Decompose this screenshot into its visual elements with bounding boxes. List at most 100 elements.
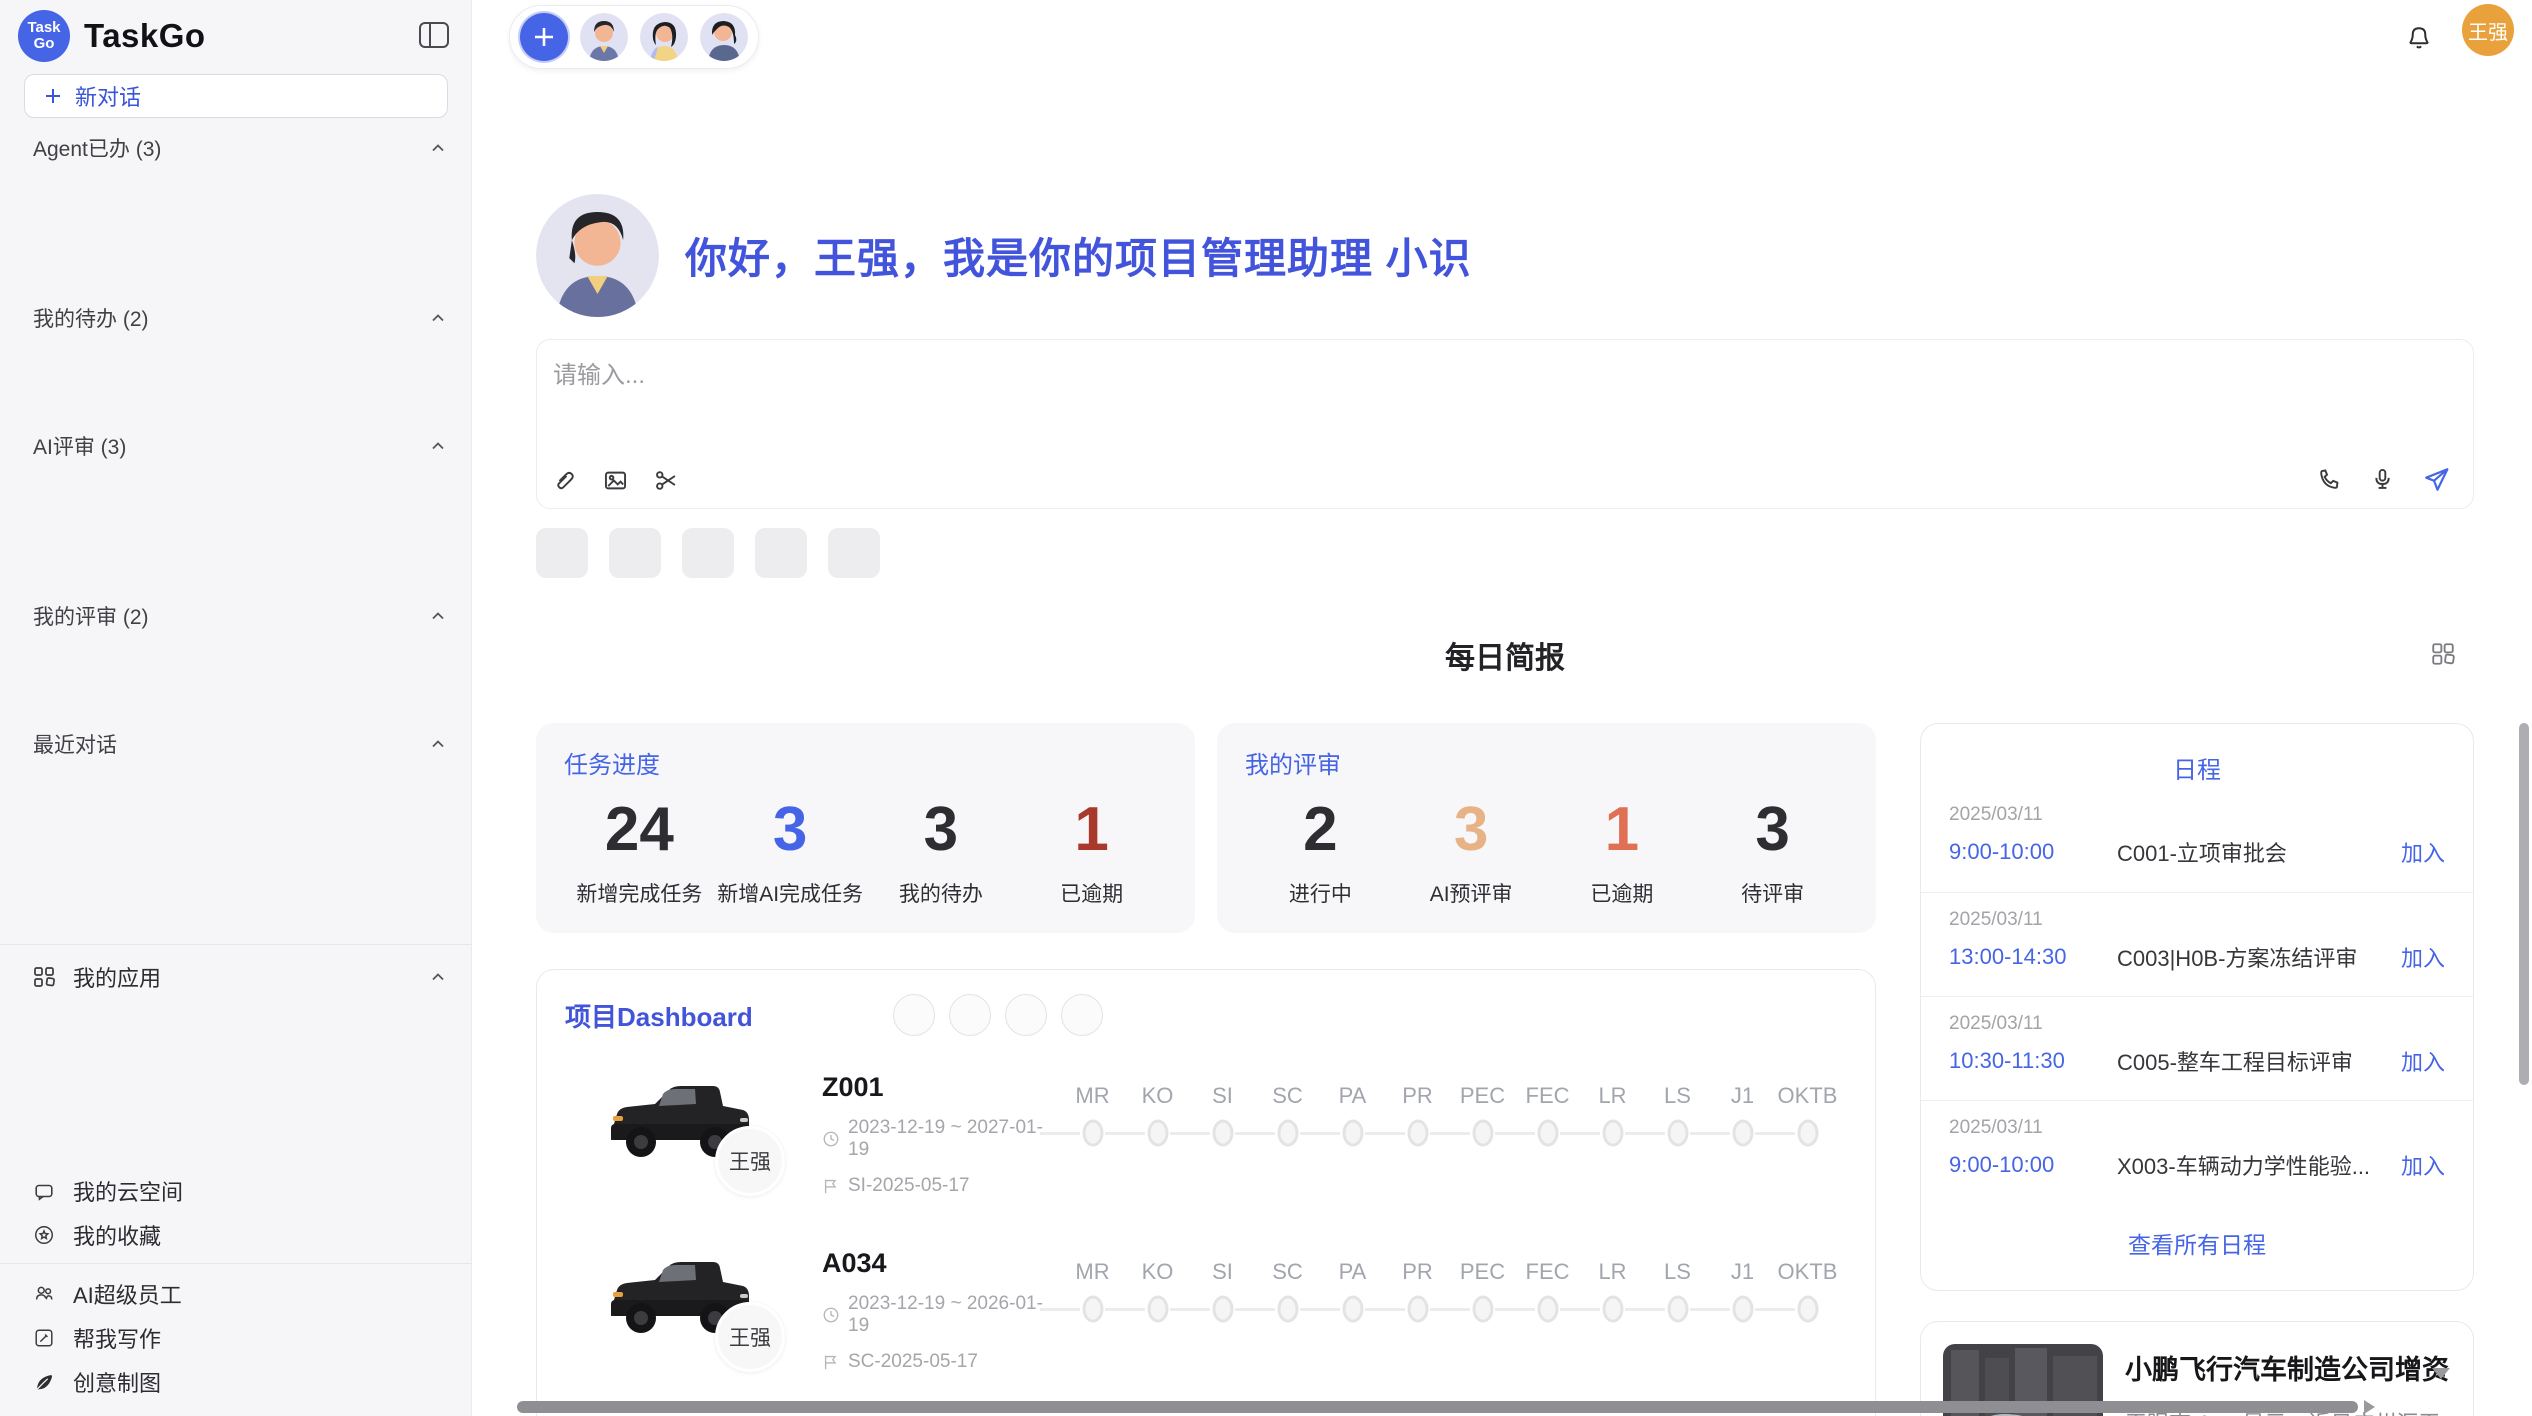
dashboard-tab[interactable]: [1061, 994, 1103, 1036]
dashboard-tab[interactable]: [1005, 994, 1047, 1036]
sidebar-app-item[interactable]: [0, 1001, 471, 1043]
sidebar-conversation-item[interactable]: [0, 170, 471, 212]
ai-staff-label: AI超级员工: [73, 1278, 447, 1310]
milestone: LR: [1580, 1080, 1645, 1218]
sidebar-conversation-item[interactable]: [0, 254, 471, 296]
member-avatar-1[interactable]: [580, 13, 628, 61]
stat: 3 新增AI完成任务: [715, 794, 866, 908]
milestone: KO: [1125, 1080, 1190, 1218]
sidebar-item-cloud-space[interactable]: 我的云空间: [0, 1169, 471, 1213]
sidebar-item-write[interactable]: 帮我写作: [0, 1316, 471, 1360]
sidebar-section: 最近对话: [0, 722, 471, 934]
input-left-tools: [551, 467, 680, 494]
stat: 2 进行中: [1245, 794, 1396, 908]
milestone-label: FEC: [1515, 1256, 1580, 1288]
sidebar-conversation-item[interactable]: [0, 468, 471, 510]
milestone-dot: [1537, 1296, 1558, 1323]
suggestion-chip[interactable]: [828, 528, 880, 578]
suggestion-chip[interactable]: [609, 528, 661, 578]
milestone-connector: [1430, 1132, 1470, 1135]
view-all-schedule-link[interactable]: 查看所有日程: [1921, 1226, 2473, 1260]
milestone-connector: [1300, 1308, 1340, 1311]
sidebar-item-draw[interactable]: 创意制图: [0, 1360, 471, 1404]
sidebar-item-ai-staff[interactable]: AI超级员工: [0, 1272, 471, 1316]
milestone-dot: [1667, 1120, 1688, 1147]
milestone-dot: [1212, 1120, 1233, 1147]
scroll-right-arrow[interactable]: [2364, 1400, 2375, 1414]
sidebar-conversation-item[interactable]: [0, 638, 471, 680]
project-dates-row: 2023-12-19 ~ 2027-01-19: [822, 1117, 1060, 1161]
schedule-date: 2025/03/11: [1949, 1117, 2445, 1139]
project-info: Z001 2023-12-19 ~ 2027-01-19: [822, 1068, 1060, 1218]
send-icon[interactable]: [2422, 465, 2451, 494]
sidebar-conversation-item[interactable]: [0, 340, 471, 382]
sidebar-conversation-item[interactable]: [0, 892, 471, 934]
phone-icon[interactable]: [2316, 466, 2343, 493]
member-avatar-3[interactable]: [700, 13, 748, 61]
sidebar-item-my-apps[interactable]: 我的应用: [0, 953, 471, 1001]
dashboard-tab[interactable]: [949, 994, 991, 1036]
schedule-line: 10:30-11:30 C005-整车工程目标评审 加入: [1949, 1045, 2445, 1077]
join-meeting-link[interactable]: 加入: [2401, 1045, 2445, 1077]
clock-icon: [822, 1130, 840, 1148]
dashboard-tab[interactable]: [893, 994, 935, 1036]
layout-grid-icon[interactable]: [2430, 641, 2456, 667]
sidebar-conversation-item[interactable]: [0, 808, 471, 850]
news-title: 小鹏飞行汽车制造公司增资: [2125, 1348, 2451, 1387]
project-row[interactable]: 王强 A034 2023-12-19 ~ 2026-01: [537, 1244, 1875, 1394]
milestone-dot: [1147, 1120, 1168, 1147]
join-meeting-link[interactable]: 加入: [2401, 1149, 2445, 1181]
sidebar-section-header[interactable]: Agent已办 (3): [0, 126, 471, 170]
join-meeting-link[interactable]: 加入: [2401, 836, 2445, 868]
new-chat-button[interactable]: 新对话: [24, 74, 448, 118]
notification-bell-icon[interactable]: [2404, 22, 2434, 52]
user-avatar[interactable]: 王强: [2462, 4, 2514, 56]
logo-text-top: Task: [27, 20, 60, 36]
stat-label: 进行中: [1245, 878, 1396, 908]
sidebar-conversation-item[interactable]: [0, 212, 471, 254]
suggestion-chip[interactable]: [755, 528, 807, 578]
horizontal-scrollbar-thumb[interactable]: [517, 1401, 2358, 1413]
sidebar-section-header[interactable]: 最近对话: [0, 722, 471, 766]
attach-icon[interactable]: [551, 467, 578, 494]
milestone-dot: [1732, 1120, 1753, 1147]
suggestion-chip[interactable]: [682, 528, 734, 578]
sidebar-app-item[interactable]: [0, 1085, 471, 1127]
milestone: PA: [1320, 1256, 1385, 1394]
chat-input[interactable]: [553, 354, 2253, 398]
conversation-topbar: [509, 5, 759, 69]
sidebar-section-header[interactable]: AI评审 (3): [0, 424, 471, 468]
milestone-connector: [1560, 1132, 1600, 1135]
milestone-dot: [1277, 1120, 1298, 1147]
sidebar-section-header[interactable]: 我的评审 (2): [0, 594, 471, 638]
milestone-connector: [1690, 1132, 1730, 1135]
vertical-scrollbar-thumb[interactable]: [2519, 723, 2529, 1085]
sidebar-conversation-item[interactable]: [0, 382, 471, 424]
milestone-dot: [1602, 1120, 1623, 1147]
join-meeting-link[interactable]: 加入: [2401, 941, 2445, 973]
sidebar-app-item[interactable]: [0, 1127, 471, 1169]
sidebar-section-header[interactable]: 我的待办 (2): [0, 296, 471, 340]
sidebar-conversation-item[interactable]: [0, 680, 471, 722]
project-info: A034 2023-12-19 ~ 2026-01-19: [822, 1244, 1060, 1394]
sidebar-collapse-icon[interactable]: [419, 22, 449, 48]
sidebar-app-item[interactable]: [0, 1043, 471, 1085]
image-icon[interactable]: [602, 467, 629, 494]
sidebar-conversation-item[interactable]: [0, 766, 471, 808]
milestone-label: LR: [1580, 1256, 1645, 1288]
milestone-connector: [1625, 1308, 1665, 1311]
scroll-down-arrow[interactable]: [2432, 1368, 2450, 1379]
sidebar-conversation-item[interactable]: [0, 510, 471, 552]
flag-icon: [822, 1177, 840, 1195]
suggestion-chip[interactable]: [536, 528, 588, 578]
mic-icon[interactable]: [2369, 466, 2396, 493]
add-conversation-button[interactable]: [520, 13, 568, 61]
schedule-line: 9:00-10:00 C001-立项审批会 加入: [1949, 836, 2445, 868]
scissors-icon[interactable]: [653, 467, 680, 494]
dashboard-header: 项目Dashboard: [537, 970, 1875, 1042]
member-avatar-2[interactable]: [640, 13, 688, 61]
sidebar-conversation-item[interactable]: [0, 850, 471, 892]
sidebar-item-favorites[interactable]: 我的收藏: [0, 1213, 471, 1257]
sidebar-conversation-item[interactable]: [0, 552, 471, 594]
project-row[interactable]: 王强 Z001 2023-12-19 ~ 2027-01: [537, 1068, 1875, 1218]
